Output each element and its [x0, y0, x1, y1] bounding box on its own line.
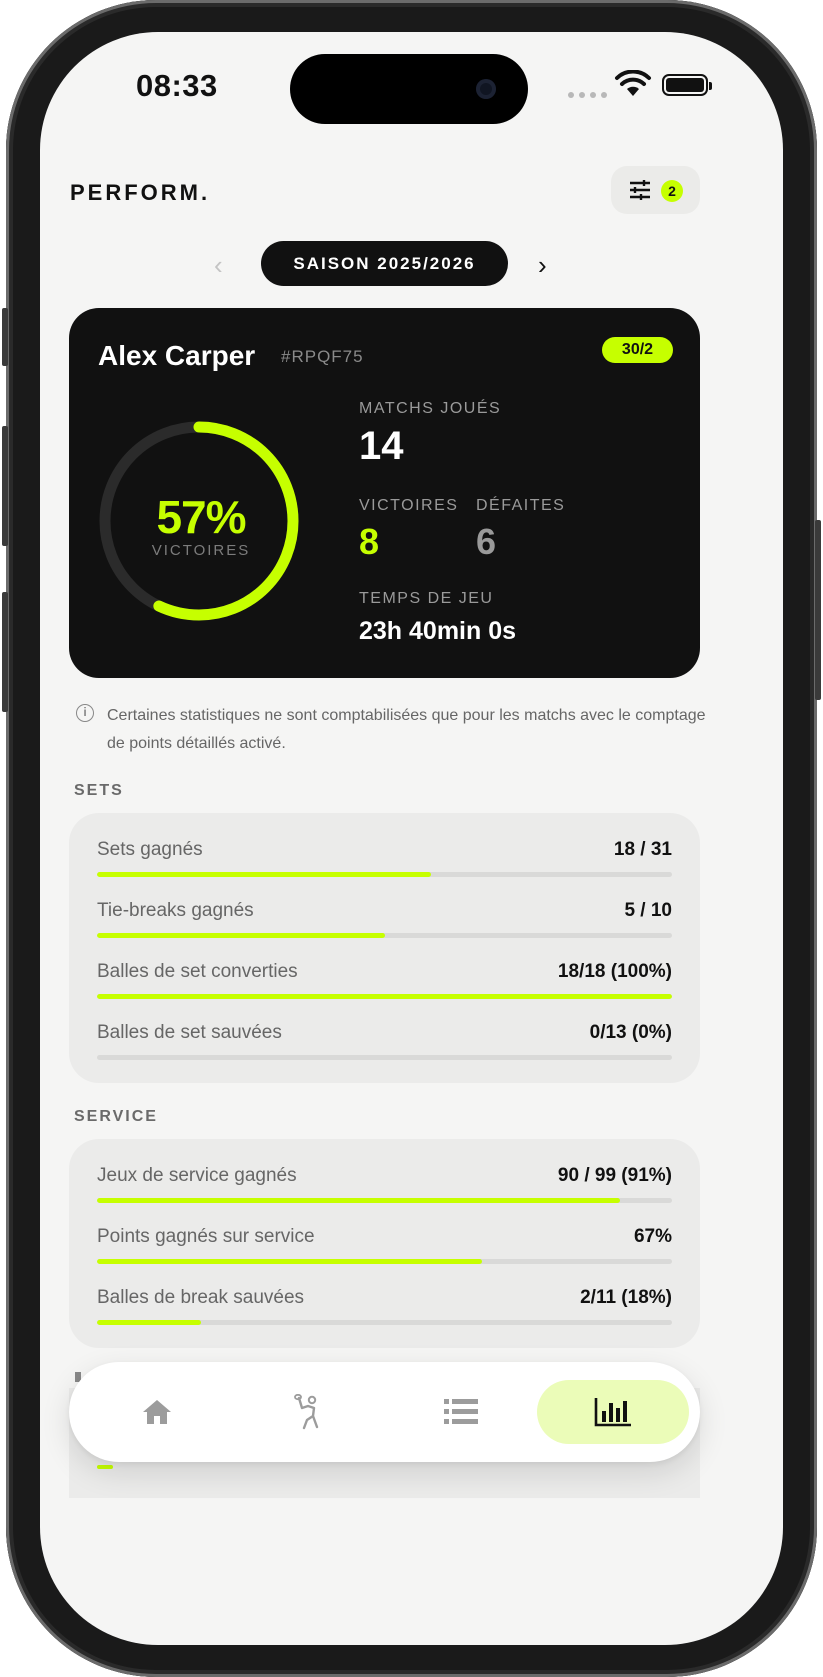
stat-value: 2/11 (18%)	[580, 1287, 672, 1308]
progress-track	[97, 1259, 672, 1264]
stat-row: Tie-breaks gagnés 5 / 10	[97, 900, 672, 950]
stat-value: 90 / 99 (91%)	[557, 1165, 672, 1186]
losses-value: 6	[476, 521, 497, 562]
nav-matches[interactable]	[233, 1380, 385, 1444]
player-name: Alex Carper	[98, 340, 256, 371]
filter-button[interactable]: 2	[611, 166, 700, 214]
battery-icon	[662, 74, 712, 96]
stat-row: Balles de set sauvées 0/13 (0%)	[97, 1022, 672, 1072]
progress-track	[97, 1055, 672, 1060]
info-icon: i	[76, 704, 94, 722]
status-time: 08:33	[136, 68, 218, 103]
progress-fill	[97, 1465, 113, 1469]
filter-count-badge: 2	[661, 180, 683, 202]
player-id: #RPQF75	[281, 347, 364, 366]
service-panel: Jeux de service gagnés 90 / 99 (91%) Poi…	[69, 1139, 700, 1348]
nav-statistics[interactable]	[537, 1380, 689, 1444]
progress-fill	[97, 1259, 483, 1264]
progress-track	[97, 933, 672, 938]
power-button	[815, 520, 821, 700]
progress-fill	[97, 872, 431, 877]
stat-label: Balles de set converties	[97, 961, 298, 982]
matches-played-label: MATCHS JOUÉS	[359, 400, 502, 417]
playtime-label: TEMPS DE JEU	[359, 590, 494, 607]
stat-row: Sets gagnés 18 / 31	[97, 839, 672, 889]
app-logo: PERFORM.	[70, 180, 211, 205]
stat-label: Jeux de service gagnés	[97, 1165, 297, 1186]
bar-chart-icon	[594, 1398, 631, 1427]
progress-track	[97, 994, 672, 999]
tennis-player-icon	[294, 1394, 319, 1430]
stat-row: Jeux de service gagnés 90 / 99 (91%)	[97, 1165, 672, 1215]
win-rate-percent: 57%	[156, 491, 246, 543]
wins-value: 8	[359, 521, 380, 562]
losses-label: DÉFAITES	[476, 497, 566, 514]
section-title-service: SERVICE	[74, 1108, 158, 1125]
progress-track	[97, 872, 672, 877]
stat-label: Balles de set sauvées	[97, 1022, 282, 1043]
stat-value: 67%	[633, 1226, 672, 1247]
stat-label: Sets gagnés	[97, 839, 203, 860]
nav-home[interactable]	[81, 1380, 233, 1444]
wifi-icon	[615, 70, 651, 96]
stat-value: 0/13 (0%)	[589, 1022, 672, 1043]
stat-label: Points gagnés sur service	[97, 1226, 315, 1247]
progress-fill	[97, 1198, 621, 1203]
section-title-sets: SETS	[74, 782, 124, 799]
app-screen: 08:33 PERFORM. 2 ‹ SAISON 2025/2026 › Al…	[40, 32, 783, 1645]
sliders-icon	[630, 180, 650, 200]
player-summary-card: Alex Carper #RPQF75 30/2 57% VICTOIRES M…	[69, 308, 700, 678]
stat-label: Tie-breaks gagnés	[97, 900, 254, 921]
stat-value: 18 / 31	[613, 839, 672, 860]
sets-panel: Sets gagnés 18 / 31 Tie-breaks gagnés 5 …	[69, 813, 700, 1083]
home-icon	[143, 1400, 171, 1424]
nav-list[interactable]	[385, 1380, 537, 1444]
stat-row: Balles de break sauvées 2/11 (18%)	[97, 1287, 672, 1337]
action-button	[2, 308, 8, 366]
previous-season-button[interactable]: ‹	[214, 250, 223, 281]
volume-down-button	[2, 592, 8, 712]
list-icon	[444, 1399, 478, 1424]
camera-icon	[476, 79, 496, 99]
season-selector[interactable]: SAISON 2025/2026	[261, 241, 508, 286]
matches-played-value: 14	[359, 424, 404, 468]
stat-row: Balles de set converties 18/18 (100%)	[97, 961, 672, 1011]
progress-track	[97, 1198, 672, 1203]
info-note: Certaines statistiques ne sont comptabil…	[107, 707, 706, 752]
stat-value: 18/18 (100%)	[557, 961, 672, 982]
win-rate-caption: VICTOIRES	[151, 542, 251, 559]
progress-track	[97, 1320, 672, 1325]
stat-value: 5 / 10	[624, 900, 672, 921]
cellular-signal-icon	[568, 92, 607, 98]
bottom-navigation	[69, 1362, 700, 1462]
dynamic-island	[290, 54, 528, 124]
stat-label: Balles de break sauvées	[97, 1287, 305, 1308]
progress-fill	[97, 933, 385, 938]
progress-fill	[97, 1320, 201, 1325]
ranking-badge: 30/2	[602, 337, 673, 363]
wins-label: VICTOIRES	[359, 497, 459, 514]
stat-row: Points gagnés sur service 67%	[97, 1226, 672, 1276]
progress-fill	[97, 994, 672, 999]
playtime-value: 23h 40min 0s	[359, 617, 517, 645]
volume-up-button	[2, 426, 8, 546]
next-season-button[interactable]: ›	[538, 250, 547, 281]
